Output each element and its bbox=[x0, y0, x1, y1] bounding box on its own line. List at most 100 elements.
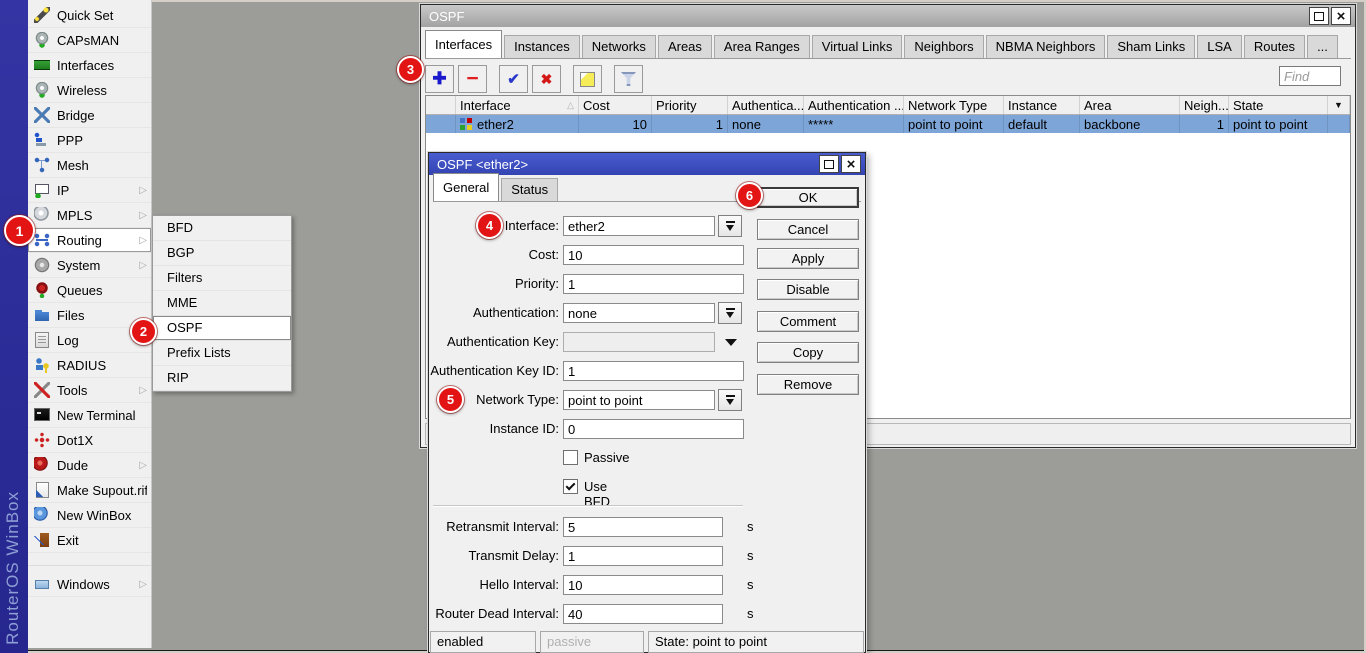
column-cost[interactable]: Cost bbox=[579, 96, 652, 114]
sidebar-item-new-terminal[interactable]: New Terminal bbox=[28, 403, 151, 428]
submenu-item-rip[interactable]: RIP bbox=[153, 366, 291, 391]
add-button[interactable] bbox=[425, 65, 454, 93]
sidebar-item-wireless[interactable]: Wireless bbox=[28, 78, 151, 103]
capsman-icon bbox=[34, 32, 50, 48]
dialog-maximize-button[interactable] bbox=[819, 155, 839, 173]
column-interface[interactable]: Interface△ bbox=[456, 96, 579, 114]
sidebar-item-ppp[interactable]: PPP bbox=[28, 128, 151, 153]
sidebar-item-interfaces[interactable]: Interfaces bbox=[28, 53, 151, 78]
remove-button[interactable]: Remove bbox=[757, 374, 859, 395]
disable-button[interactable] bbox=[532, 65, 561, 93]
ok-button[interactable]: OK bbox=[757, 187, 859, 208]
sidebar-item-bridge[interactable]: Bridge bbox=[28, 103, 151, 128]
tab-lsa[interactable]: LSA bbox=[1197, 35, 1242, 58]
table-row-ether2[interactable]: ether2 10 1 none ***** point to point de… bbox=[426, 115, 1350, 133]
dropdown-arrow-icon[interactable] bbox=[718, 215, 742, 237]
tab-area-ranges[interactable]: Area Ranges bbox=[714, 35, 810, 58]
sidebar-item-dot1x[interactable]: Dot1X bbox=[28, 428, 151, 453]
sidebar-item-exit[interactable]: Exit bbox=[28, 528, 151, 553]
close-button[interactable] bbox=[1331, 7, 1351, 25]
instance-id-input[interactable] bbox=[563, 419, 744, 439]
tab-instances[interactable]: Instances bbox=[504, 35, 580, 58]
dialog-titlebar[interactable]: OSPF <ether2> bbox=[429, 153, 865, 175]
ospf-window-titlebar[interactable]: OSPF bbox=[421, 5, 1355, 27]
column-network-type[interactable]: Network Type bbox=[904, 96, 1004, 114]
tab-sham-links[interactable]: Sham Links bbox=[1107, 35, 1195, 58]
authentication-key-id-input[interactable] bbox=[563, 361, 744, 381]
dialog-tab-status[interactable]: Status bbox=[501, 178, 558, 201]
router-dead-interval-input[interactable] bbox=[563, 604, 723, 624]
cancel-button[interactable]: Cancel bbox=[757, 219, 859, 240]
hello-interval-input[interactable] bbox=[563, 575, 723, 595]
tab-interfaces[interactable]: Interfaces bbox=[425, 30, 502, 58]
enable-button[interactable] bbox=[499, 65, 528, 93]
column-priority[interactable]: Priority bbox=[652, 96, 728, 114]
submenu-item-bgp[interactable]: BGP bbox=[153, 241, 291, 266]
cost-input[interactable] bbox=[563, 245, 744, 265]
dropdown-arrow-icon[interactable] bbox=[718, 389, 742, 411]
tab-virtual-links[interactable]: Virtual Links bbox=[812, 35, 903, 58]
tab-nbma-neighbors[interactable]: NBMA Neighbors bbox=[986, 35, 1106, 58]
row-priority: 1 bbox=[652, 115, 728, 133]
sidebar-item-mesh[interactable]: Mesh bbox=[28, 153, 151, 178]
column-authentication-key[interactable]: Authentication ... bbox=[804, 96, 904, 114]
find-input[interactable] bbox=[1279, 66, 1341, 86]
sidebar-item-tools[interactable]: Tools▷ bbox=[28, 378, 151, 403]
column-instance[interactable]: Instance bbox=[1004, 96, 1080, 114]
copy-button[interactable]: Copy bbox=[757, 342, 859, 363]
sidebar-item-make-supout[interactable]: Make Supout.rif bbox=[28, 478, 151, 503]
dude-icon bbox=[34, 457, 50, 473]
sidebar-item-quick-set[interactable]: Quick Set bbox=[28, 3, 151, 28]
dropdown-arrow-icon[interactable] bbox=[725, 339, 737, 346]
column-options-dropdown[interactable] bbox=[1328, 96, 1350, 114]
maximize-icon bbox=[1314, 12, 1324, 21]
dialog-tab-general[interactable]: General bbox=[433, 173, 499, 201]
dropdown-arrow-icon[interactable] bbox=[718, 302, 742, 324]
tab-areas[interactable]: Areas bbox=[658, 35, 712, 58]
sidebar-item-routing[interactable]: Routing▷ bbox=[28, 228, 151, 253]
sidebar-item-new-winbox[interactable]: New WinBox bbox=[28, 503, 151, 528]
use-bfd-checkbox[interactable] bbox=[563, 479, 578, 494]
sidebar-item-ip[interactable]: IP▷ bbox=[28, 178, 151, 203]
sidebar-item-radius[interactable]: RADIUS bbox=[28, 353, 151, 378]
authentication-key-input[interactable] bbox=[563, 332, 715, 352]
callout-3: 3 bbox=[397, 56, 424, 83]
retransmit-interval-input[interactable] bbox=[563, 517, 723, 537]
sidebar-item-capsman[interactable]: CAPsMAN bbox=[28, 28, 151, 53]
sidebar-item-dude[interactable]: Dude▷ bbox=[28, 453, 151, 478]
sidebar-item-system[interactable]: System▷ bbox=[28, 253, 151, 278]
column-neighbors[interactable]: Neigh... bbox=[1180, 96, 1229, 114]
comment-button[interactable]: Comment bbox=[757, 311, 859, 332]
passive-checkbox[interactable] bbox=[563, 450, 578, 465]
dialog-close-button[interactable] bbox=[841, 155, 861, 173]
apply-button[interactable]: Apply bbox=[757, 248, 859, 269]
submenu-item-prefix-lists[interactable]: Prefix Lists bbox=[153, 341, 291, 366]
comment-button[interactable] bbox=[573, 65, 602, 93]
priority-input[interactable] bbox=[563, 274, 744, 294]
column-select[interactable] bbox=[426, 96, 456, 114]
sidebar-item-queues[interactable]: Queues bbox=[28, 278, 151, 303]
tab-neighbors[interactable]: Neighbors bbox=[904, 35, 983, 58]
tab-networks[interactable]: Networks bbox=[582, 35, 656, 58]
tab-routes[interactable]: Routes bbox=[1244, 35, 1305, 58]
submenu-item-filters[interactable]: Filters bbox=[153, 266, 291, 291]
submenu-item-bfd[interactable]: BFD bbox=[153, 216, 291, 241]
sidebar-item-windows[interactable]: Windows▷ bbox=[28, 572, 151, 597]
sidebar-item-mpls[interactable]: MPLS▷ bbox=[28, 203, 151, 228]
network-type-input[interactable] bbox=[563, 390, 715, 410]
log-icon bbox=[34, 332, 50, 348]
interface-input[interactable] bbox=[563, 216, 715, 236]
tab-overflow[interactable]: ... bbox=[1307, 35, 1338, 58]
authentication-input[interactable] bbox=[563, 303, 715, 323]
column-authentication[interactable]: Authentica... bbox=[728, 96, 804, 114]
remove-button[interactable] bbox=[458, 65, 487, 93]
submenu-item-mme[interactable]: MME bbox=[153, 291, 291, 316]
column-state[interactable]: State bbox=[1229, 96, 1328, 114]
transmit-delay-input[interactable] bbox=[563, 546, 723, 566]
filter-button[interactable] bbox=[614, 65, 643, 93]
maximize-button[interactable] bbox=[1309, 7, 1329, 25]
sort-ascending-icon: △ bbox=[567, 100, 574, 111]
column-area[interactable]: Area bbox=[1080, 96, 1180, 114]
submenu-item-ospf[interactable]: OSPF bbox=[153, 316, 291, 341]
disable-button[interactable]: Disable bbox=[757, 279, 859, 300]
